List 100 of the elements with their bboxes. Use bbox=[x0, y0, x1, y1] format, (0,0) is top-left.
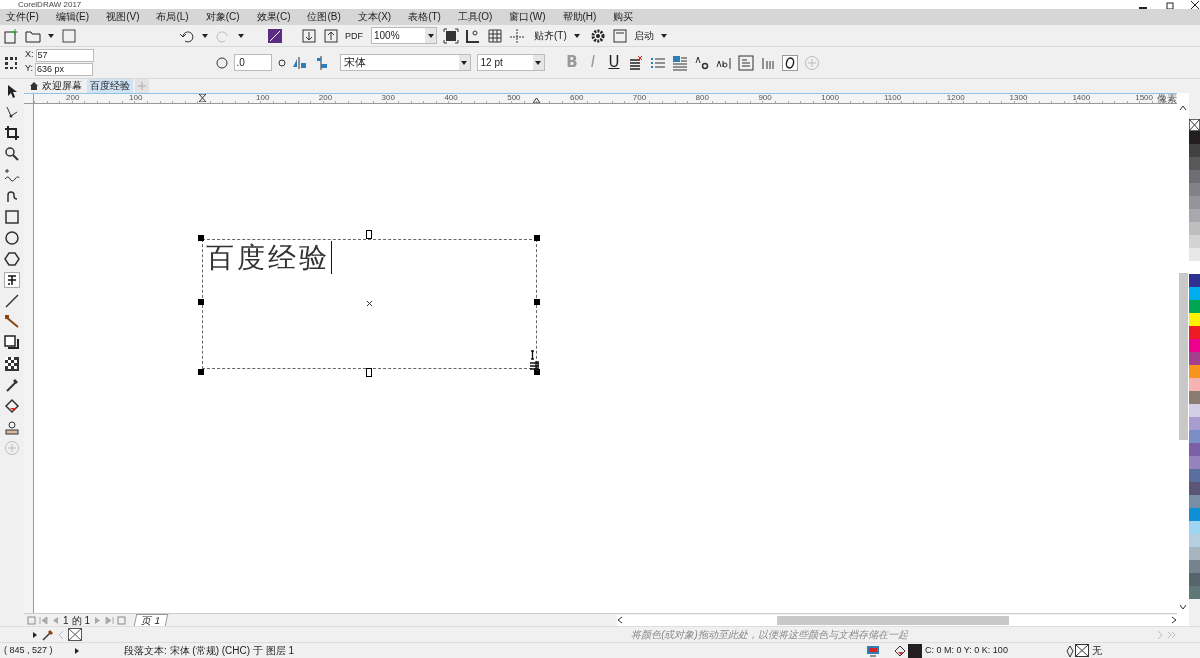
rectangle-icon[interactable] bbox=[4, 209, 20, 225]
scroll-right-icon[interactable] bbox=[1171, 616, 1177, 624]
menu-item[interactable]: 帮助(H) bbox=[562, 10, 597, 24]
clear-formatting-icon[interactable] bbox=[627, 54, 644, 71]
restore-icon[interactable] bbox=[1166, 1, 1176, 9]
pen-nib-icon[interactable] bbox=[1065, 644, 1075, 657]
pdf-button[interactable]: PDF bbox=[345, 30, 365, 41]
selection-handle[interactable] bbox=[198, 369, 204, 375]
menu-item[interactable]: 布局(L) bbox=[156, 10, 189, 24]
save-icon[interactable] bbox=[61, 27, 77, 44]
no-color-icon[interactable] bbox=[68, 628, 82, 641]
diagonal-square-icon[interactable] bbox=[267, 27, 283, 44]
color-swatch[interactable] bbox=[1189, 131, 1200, 144]
menu-item[interactable]: 窗口(W) bbox=[509, 10, 546, 24]
menu-item[interactable]: 文本(X) bbox=[357, 10, 392, 24]
color-swatch[interactable] bbox=[1189, 222, 1200, 235]
rulers-icon[interactable] bbox=[465, 27, 481, 44]
color-swatch[interactable] bbox=[1189, 573, 1200, 586]
color-swatch[interactable] bbox=[1189, 261, 1200, 274]
polygon-icon[interactable] bbox=[4, 251, 20, 267]
selection-handle[interactable] bbox=[198, 235, 204, 241]
expand-arrow-icon[interactable] bbox=[74, 646, 80, 655]
fill-icon[interactable] bbox=[894, 644, 906, 657]
color-swatch[interactable] bbox=[1189, 170, 1200, 183]
color-swatch[interactable] bbox=[1189, 534, 1200, 547]
no-color-icon[interactable] bbox=[1189, 119, 1200, 131]
scrollbar-thumb[interactable] bbox=[777, 615, 1009, 625]
page-tab[interactable]: 页 1 bbox=[133, 614, 169, 626]
menu-item[interactable]: 工具(O) bbox=[457, 10, 493, 24]
selection-handle[interactable] bbox=[198, 299, 204, 305]
document-tab[interactable]: 百度经验 bbox=[87, 79, 133, 93]
add-icon[interactable] bbox=[803, 54, 820, 71]
caret-icon[interactable] bbox=[47, 31, 55, 40]
new-document-icon[interactable] bbox=[3, 27, 19, 44]
object-origin-icon[interactable] bbox=[3, 54, 19, 71]
format-button[interactable]: U bbox=[606, 51, 622, 74]
color-swatch[interactable] bbox=[1189, 443, 1200, 456]
italic-o-icon[interactable] bbox=[781, 54, 798, 71]
text-frame-icon[interactable] bbox=[737, 54, 754, 71]
color-swatch[interactable] bbox=[1189, 326, 1200, 339]
color-swatch[interactable] bbox=[1189, 300, 1200, 313]
color-swatch[interactable] bbox=[1189, 274, 1200, 287]
scrollbar-thumb[interactable] bbox=[1179, 273, 1188, 440]
ellipse-icon[interactable] bbox=[4, 230, 20, 246]
grid-icon[interactable] bbox=[487, 27, 503, 44]
frame-top-handle[interactable] bbox=[366, 230, 372, 239]
color-swatch[interactable] bbox=[1189, 287, 1200, 300]
menu-item[interactable]: 编辑(E) bbox=[55, 10, 90, 24]
menu-item[interactable]: 位图(B) bbox=[307, 10, 341, 24]
degree-circle-icon[interactable] bbox=[277, 58, 286, 67]
import-icon[interactable] bbox=[301, 27, 317, 44]
crop-icon[interactable] bbox=[4, 125, 20, 141]
close-icon[interactable] bbox=[1190, 1, 1200, 9]
last-page-add-icon[interactable] bbox=[117, 615, 127, 625]
drop-shadow-icon[interactable] bbox=[4, 335, 20, 351]
selection-handle[interactable] bbox=[534, 299, 540, 305]
checkerboard-icon[interactable] bbox=[4, 356, 20, 372]
color-swatch[interactable] bbox=[1189, 430, 1200, 443]
y-field[interactable]: 636 px bbox=[35, 63, 93, 76]
color-swatch[interactable] bbox=[1189, 209, 1200, 222]
menu-item[interactable]: 视图(V) bbox=[106, 10, 140, 24]
color-swatch[interactable] bbox=[1189, 378, 1200, 391]
scroll-left-icon[interactable] bbox=[617, 616, 623, 624]
text-tool-icon[interactable] bbox=[4, 272, 20, 288]
caret-icon[interactable] bbox=[237, 31, 245, 40]
curve-icon[interactable] bbox=[4, 188, 20, 204]
color-swatch[interactable] bbox=[1189, 508, 1200, 521]
eyedropper-icon[interactable] bbox=[42, 628, 54, 641]
caret-icon[interactable] bbox=[426, 31, 435, 40]
color-swatch[interactable] bbox=[1189, 313, 1200, 326]
launch-button[interactable]: 启动 bbox=[633, 28, 668, 43]
gear-icon[interactable] bbox=[589, 27, 606, 44]
color-proof-icon[interactable] bbox=[866, 644, 880, 657]
mirror-icon[interactable] bbox=[291, 54, 308, 71]
color-swatch[interactable] bbox=[1189, 352, 1200, 365]
guidelines-icon[interactable] bbox=[509, 27, 525, 44]
font-size-field[interactable]: 12 pt bbox=[476, 54, 545, 71]
zoom-field[interactable]: 100% bbox=[371, 27, 437, 44]
color-swatch[interactable] bbox=[1189, 157, 1200, 170]
first-page-add-icon[interactable] bbox=[27, 615, 36, 625]
scroll-up-icon[interactable] bbox=[1179, 105, 1187, 111]
line-icon[interactable] bbox=[4, 293, 20, 309]
horizontal-scrollbar[interactable] bbox=[617, 614, 1177, 626]
selection-handle[interactable] bbox=[534, 235, 540, 241]
first-page-icon[interactable] bbox=[39, 615, 48, 625]
previous-page-icon[interactable] bbox=[51, 615, 60, 625]
export-icon[interactable] bbox=[323, 27, 339, 44]
last-page-icon[interactable] bbox=[105, 615, 115, 625]
font-field[interactable]: 宋体 bbox=[339, 54, 471, 71]
color-swatch[interactable] bbox=[1189, 586, 1200, 599]
color-swatch[interactable] bbox=[1189, 560, 1200, 573]
x-field[interactable]: 57 bbox=[35, 49, 94, 62]
menu-item[interactable]: 效果(C) bbox=[256, 10, 291, 24]
expand-arrow-icon[interactable] bbox=[32, 630, 38, 639]
color-swatch[interactable] bbox=[1189, 456, 1200, 469]
snap-button[interactable]: 贴齐(T) bbox=[531, 28, 584, 43]
selection-handle[interactable] bbox=[534, 369, 540, 375]
color-swatch[interactable] bbox=[1189, 248, 1200, 261]
caret-icon[interactable] bbox=[201, 31, 209, 40]
angle-field[interactable]: .0 bbox=[233, 54, 272, 71]
